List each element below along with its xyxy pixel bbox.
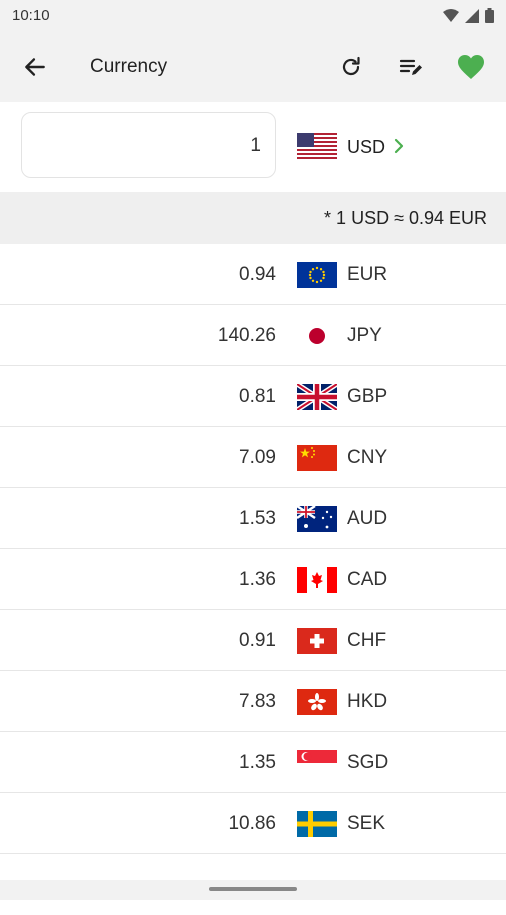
currency-code: SGD — [347, 752, 389, 773]
rate-note: * 1 USD ≈ 0.94 EUR — [324, 208, 487, 228]
currency-code: EUR — [347, 264, 388, 285]
signal-icon — [465, 8, 479, 23]
currency-row-cny[interactable]: 7.09 CNY — [0, 427, 506, 488]
currency-value: 0.91 — [239, 630, 276, 651]
navigation-bar — [0, 880, 506, 900]
currency-value: 1.53 — [239, 508, 276, 529]
amount-value: 1 — [250, 135, 261, 156]
app-bar: Currency — [0, 32, 506, 102]
currency-code: CNY — [347, 447, 388, 468]
refresh-icon — [342, 56, 360, 76]
hkd-flag-icon — [297, 689, 337, 715]
currency-row-gbp[interactable]: 0.81 GBP — [0, 366, 506, 427]
heart-icon — [458, 55, 484, 79]
currency-row-cad[interactable]: 1.36 CAD — [0, 549, 506, 610]
currency-code: CAD — [347, 569, 388, 590]
currency-row-sek[interactable]: 10.86 SEK — [0, 793, 506, 854]
currency-value: 7.83 — [239, 691, 276, 712]
currency-row-jpy[interactable]: 140.26 JPY — [0, 305, 506, 366]
edit-list-button[interactable] — [396, 52, 426, 82]
status-bar: 10:10 — [0, 0, 506, 32]
currency-value: 140.26 — [217, 325, 276, 346]
currency-value: 0.81 — [239, 386, 276, 407]
currency-code: JPY — [347, 325, 382, 346]
amount-input[interactable]: 1 — [21, 112, 276, 178]
currency-code: AUD — [347, 508, 388, 529]
edit-list-icon — [399, 59, 422, 75]
sgd-flag-icon — [297, 750, 337, 776]
currency-value: 10.86 — [228, 813, 276, 834]
currency-list: 0.94 EUR 140.26 JPY 0.81 GBP 7.09 CNY 1.… — [0, 244, 506, 915]
wifi-icon — [443, 8, 459, 22]
currency-code: CHF — [347, 630, 387, 651]
battery-icon — [485, 8, 494, 23]
aud-flag-icon — [297, 506, 337, 532]
currency-row-hkd[interactable]: 7.83 HKD — [0, 671, 506, 732]
currency-row-eur[interactable]: 0.94 EUR — [0, 244, 506, 305]
currency-row-sgd[interactable]: 1.35 SGD — [0, 732, 506, 793]
currency-value: 1.35 — [239, 752, 276, 773]
status-time: 10:10 — [12, 7, 50, 24]
chevron-right-icon[interactable] — [393, 137, 405, 155]
base-currency-input-area: 1 USD — [0, 102, 506, 192]
base-currency-code[interactable]: USD — [347, 137, 385, 158]
cad-flag-icon — [297, 567, 337, 593]
currency-value: 0.94 — [239, 264, 276, 285]
usd-flag-icon — [297, 133, 337, 159]
rate-note-bar: * 1 USD ≈ 0.94 EUR — [0, 192, 506, 244]
currency-value: 7.09 — [239, 447, 276, 468]
page-title: Currency — [90, 56, 168, 77]
favorite-button[interactable] — [456, 52, 486, 82]
currency-row-aud[interactable]: 1.53 AUD — [0, 488, 506, 549]
jpy-flag-icon — [297, 323, 337, 349]
home-gesture-pill[interactable] — [209, 887, 297, 891]
currency-value: 1.36 — [239, 569, 276, 590]
gbp-flag-icon — [297, 384, 337, 410]
currency-code: SEK — [347, 813, 386, 834]
currency-row-chf[interactable]: 0.91 CHF — [0, 610, 506, 671]
refresh-button[interactable] — [336, 52, 366, 82]
eur-flag-icon — [297, 262, 337, 288]
status-icons — [443, 8, 494, 23]
currency-code: HKD — [347, 691, 388, 712]
currency-code: GBP — [347, 386, 388, 407]
back-arrow-icon[interactable] — [22, 54, 48, 80]
sek-flag-icon — [297, 811, 337, 837]
chf-flag-icon — [297, 628, 337, 654]
cny-flag-icon — [297, 445, 337, 471]
